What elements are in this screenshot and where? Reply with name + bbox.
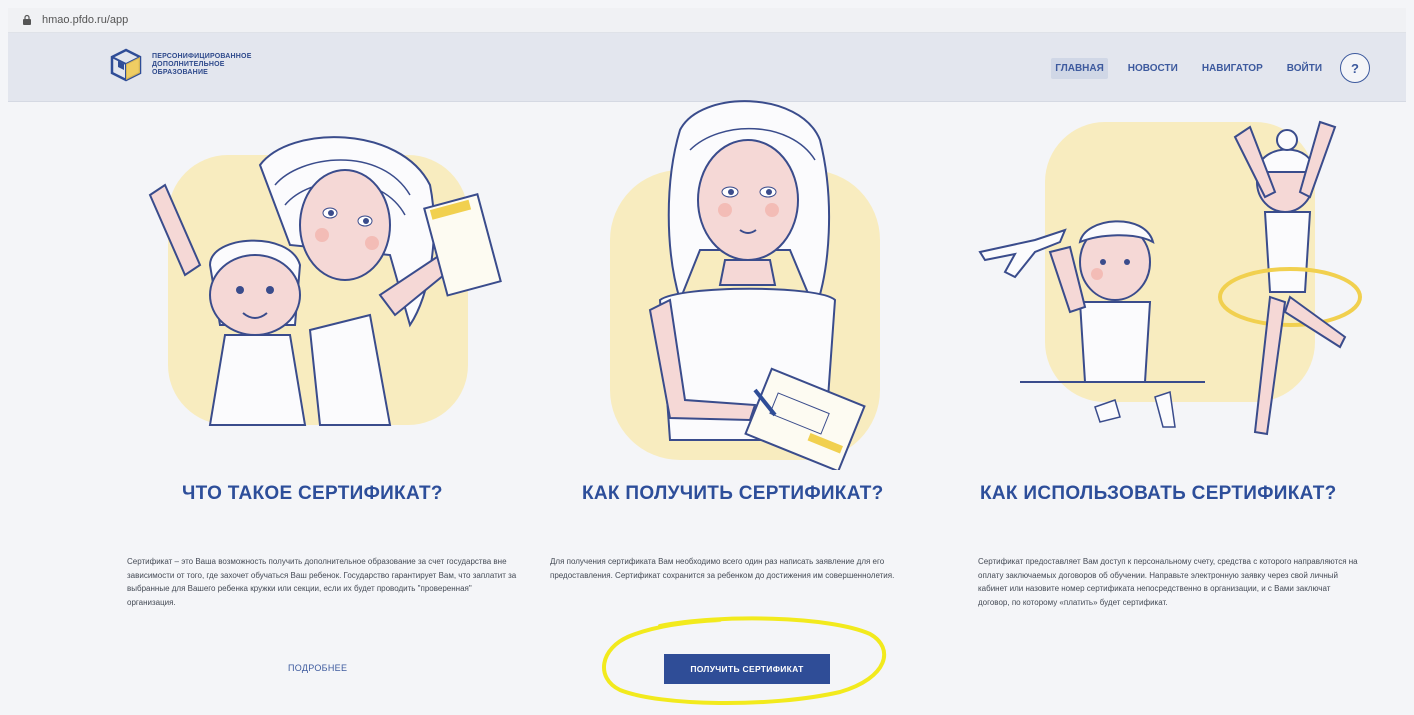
lock-icon: [22, 14, 34, 26]
nav-item-login[interactable]: ВОЙТИ: [1283, 58, 1326, 79]
site-header: ПЕРСОНИФИЦИРОВАННОЕ ДОПОЛНИТЕЛЬНОЕ ОБРАЗ…: [8, 33, 1406, 102]
nav-item-navigator[interactable]: НАВИГАТОР: [1198, 58, 1267, 79]
section-text-how-use: Сертификат предоставляет Вам доступ к пе…: [978, 557, 1358, 607]
illustration-mother-child: [140, 125, 510, 445]
get-certificate-button[interactable]: ПОЛУЧИТЬ СЕРТИФИКАТ: [664, 654, 830, 684]
logo-text: ПЕРСОНИФИЦИРОВАННОЕ ДОПОЛНИТЕЛЬНОЕ ОБРАЗ…: [152, 53, 252, 76]
illustration-woman-signing: [590, 100, 890, 470]
logo-cube-icon: [108, 47, 144, 83]
section-text-how-get: Для получения сертификата Вам необходимо…: [550, 557, 895, 580]
section-title-what: ЧТО ТАКОЕ СЕРТИФИКАТ?: [182, 483, 443, 504]
nav-item-news[interactable]: НОВОСТИ: [1124, 58, 1182, 79]
main-nav: ГЛАВНАЯ НОВОСТИ НАВИГАТОР ВОЙТИ ?: [1035, 53, 1370, 83]
help-icon[interactable]: ?: [1340, 53, 1370, 83]
site-logo[interactable]: ПЕРСОНИФИЦИРОВАННОЕ ДОПОЛНИТЕЛЬНОЕ ОБРАЗ…: [108, 47, 272, 83]
section-title-how-use: КАК ИСПОЛЬЗОВАТЬ СЕРТИФИКАТ?: [980, 483, 1337, 504]
browser-url-bar[interactable]: hmao.pfdo.ru/app: [8, 8, 1406, 33]
url-text: hmao.pfdo.ru/app: [42, 14, 129, 26]
nav-item-home[interactable]: ГЛАВНАЯ: [1051, 57, 1108, 79]
section-title-how-get: КАК ПОЛУЧИТЬ СЕРТИФИКАТ?: [582, 483, 884, 504]
section-text-what: Сертификат – это Ваша возможность получи…: [127, 557, 517, 607]
illustration-kids-hobbies: [975, 112, 1365, 452]
more-link[interactable]: ПОДРОБНЕЕ: [288, 663, 347, 673]
